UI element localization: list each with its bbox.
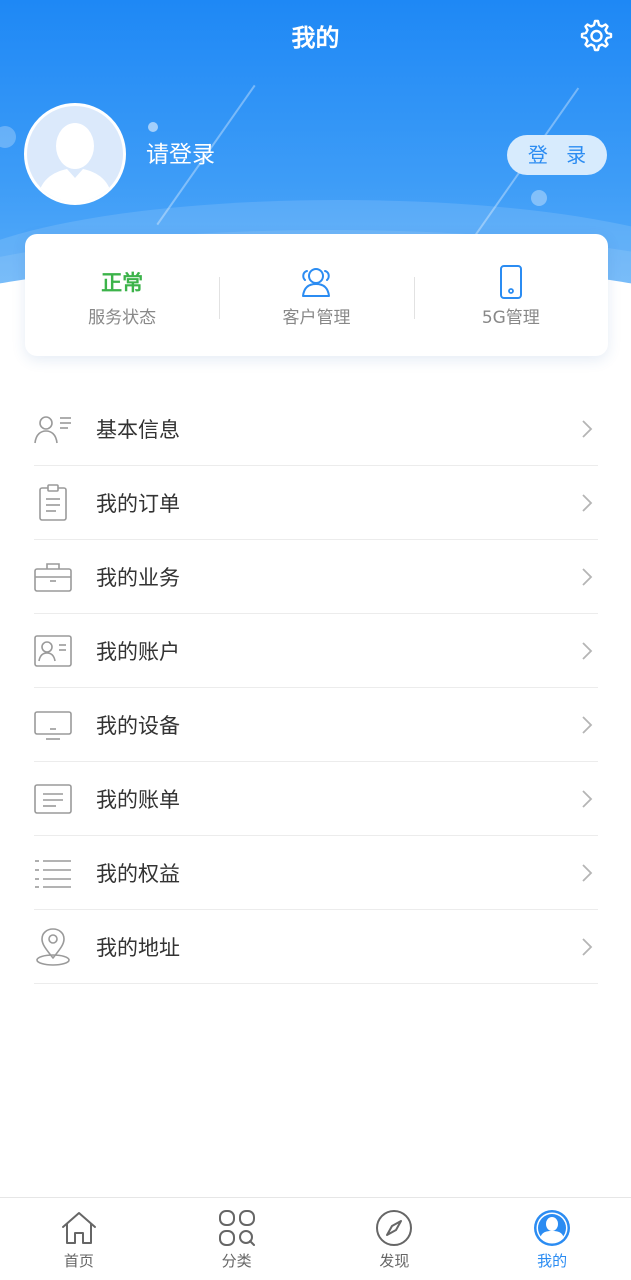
tab-label: 分类 bbox=[221, 1252, 252, 1270]
menu-item-label: 我的账单 bbox=[96, 787, 180, 812]
menu-item-my-bills[interactable]: 我的账单 bbox=[34, 762, 598, 836]
header-sparkle bbox=[0, 126, 16, 148]
chevron-right-icon bbox=[582, 642, 593, 660]
briefcase-icon bbox=[34, 562, 72, 592]
tab-discover[interactable]: 发现 bbox=[316, 1198, 474, 1280]
header-sparkle bbox=[148, 122, 158, 132]
avatar[interactable] bbox=[24, 103, 126, 205]
menu-item-label: 我的订单 bbox=[96, 491, 180, 516]
tab-label: 发现 bbox=[379, 1252, 410, 1270]
tab-category[interactable]: 分类 bbox=[158, 1198, 316, 1280]
people-icon bbox=[302, 267, 331, 297]
menu-item-my-address[interactable]: 我的地址 bbox=[34, 910, 598, 984]
home-icon bbox=[61, 1212, 96, 1244]
menu-item-my-benefits[interactable]: 我的权益 bbox=[34, 836, 598, 910]
list-icon bbox=[35, 859, 71, 888]
5g-management-label: 5G管理 bbox=[481, 307, 540, 328]
service-status: 正常 服务状态 bbox=[25, 263, 219, 328]
login-button[interactable]: 登 录 bbox=[507, 135, 607, 175]
chevron-right-icon bbox=[582, 864, 593, 882]
menu-item-label: 我的地址 bbox=[96, 935, 180, 960]
menu-item-label: 基本信息 bbox=[96, 417, 180, 442]
menu-item-label: 我的权益 bbox=[96, 861, 180, 886]
customer-management-label: 客户管理 bbox=[282, 307, 351, 328]
menu-item-my-business[interactable]: 我的业务 bbox=[34, 540, 598, 614]
service-status-label: 服务状态 bbox=[88, 307, 157, 328]
category-icon bbox=[218, 1210, 255, 1246]
header-sparkle bbox=[531, 190, 547, 206]
5g-management[interactable]: 5G管理 bbox=[413, 263, 608, 328]
location-pin-icon bbox=[36, 927, 70, 966]
status-card: 正常 服务状态 客户管理 5G管理 bbox=[25, 234, 608, 356]
chevron-right-icon bbox=[582, 716, 593, 734]
menu-list: 基本信息 我的订单 我的业务 我的账户 我的设备 我的账单 我的权益 我的地址 bbox=[34, 392, 598, 984]
menu-item-my-account[interactable]: 我的账户 bbox=[34, 614, 598, 688]
user-silhouette-icon bbox=[37, 123, 113, 202]
menu-item-label: 我的业务 bbox=[96, 565, 180, 590]
settings-button[interactable] bbox=[577, 18, 613, 54]
tab-home[interactable]: 首页 bbox=[0, 1198, 158, 1280]
chevron-right-icon bbox=[582, 790, 593, 808]
user-icon bbox=[534, 1210, 571, 1246]
menu-item-my-orders[interactable]: 我的订单 bbox=[34, 466, 598, 540]
chevron-right-icon bbox=[582, 494, 593, 512]
page-title: 我的 bbox=[291, 24, 340, 52]
chevron-right-icon bbox=[582, 568, 593, 586]
phone-icon bbox=[499, 264, 522, 299]
profile-info-icon bbox=[34, 415, 71, 443]
menu-item-label: 我的账户 bbox=[96, 639, 180, 664]
clipboard-icon bbox=[39, 483, 67, 521]
customer-management[interactable]: 客户管理 bbox=[219, 263, 413, 328]
tab-mine[interactable]: 我的 bbox=[473, 1198, 631, 1280]
bill-icon bbox=[34, 783, 72, 814]
monitor-icon bbox=[34, 710, 72, 740]
service-status-value: 正常 bbox=[101, 270, 144, 295]
id-card-icon bbox=[34, 634, 72, 667]
bottom-tab-bar: 首页 分类 发现 我的 bbox=[0, 1197, 631, 1280]
menu-item-my-devices[interactable]: 我的设备 bbox=[34, 688, 598, 762]
chevron-right-icon bbox=[582, 420, 593, 438]
login-prompt[interactable]: 请登录 bbox=[146, 138, 215, 172]
tab-label: 我的 bbox=[537, 1252, 568, 1270]
menu-item-label: 我的设备 bbox=[96, 713, 180, 738]
tab-label: 首页 bbox=[63, 1252, 94, 1270]
compass-icon bbox=[376, 1210, 413, 1246]
gear-icon bbox=[580, 19, 613, 52]
menu-item-basic-info[interactable]: 基本信息 bbox=[34, 392, 598, 466]
chevron-right-icon bbox=[582, 938, 593, 956]
